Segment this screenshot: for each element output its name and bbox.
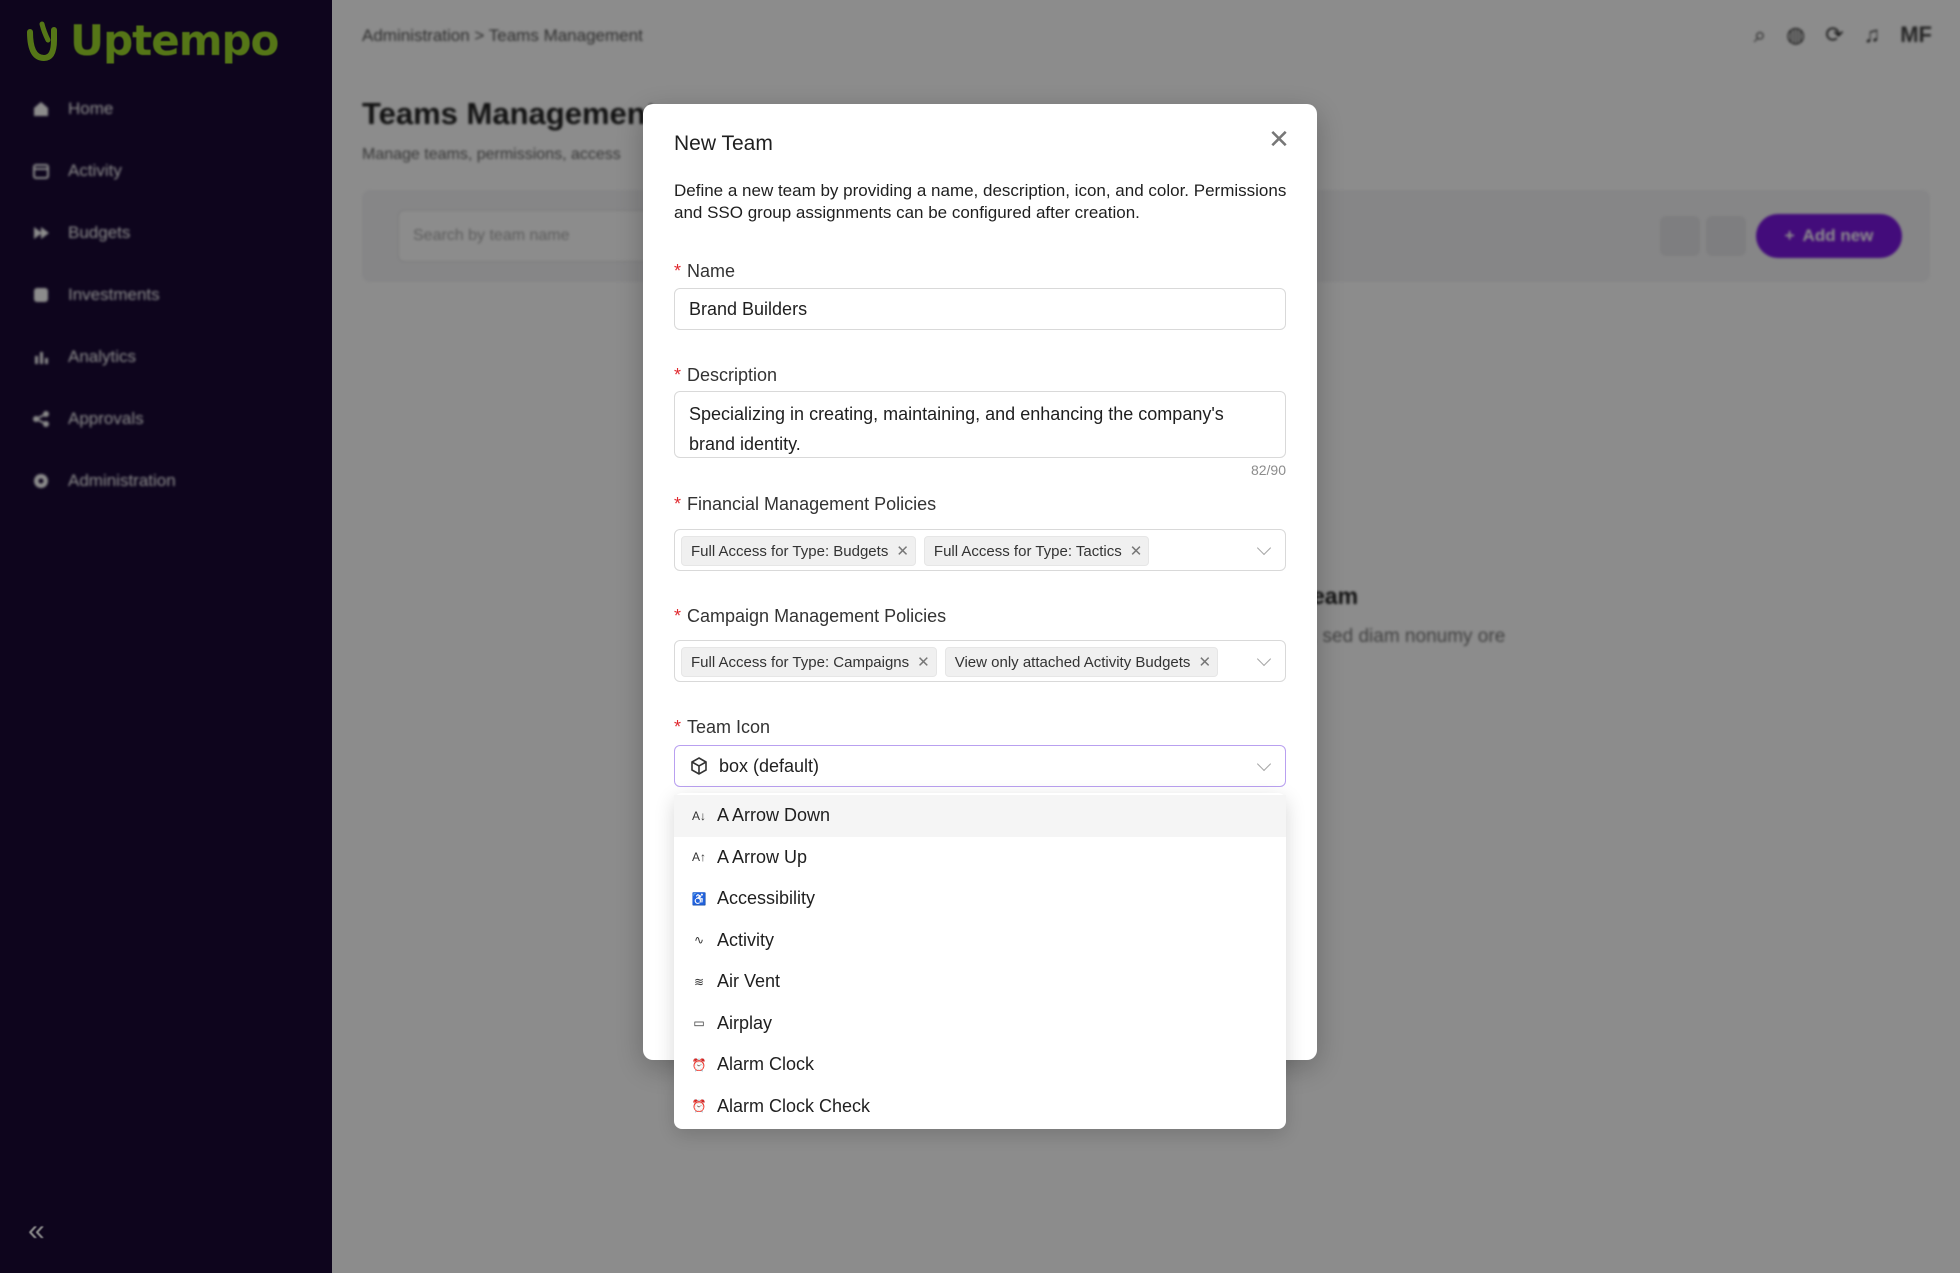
dropdown-option[interactable]: ≋ Air Vent bbox=[674, 961, 1286, 1003]
financial-policies-label: * Financial Management Policies bbox=[674, 494, 937, 514]
remove-tag-icon[interactable]: ✕ bbox=[917, 653, 930, 671]
policy-tag: Full Access for Type: Campaigns ✕ bbox=[681, 647, 937, 677]
option-label: Alarm Clock Check bbox=[717, 1095, 871, 1116]
policy-tag: View only attached Activity Budgets ✕ bbox=[944, 647, 1219, 677]
remove-tag-icon[interactable]: ✕ bbox=[1130, 542, 1143, 560]
campaign-policies-select[interactable]: Full Access for Type: Campaigns ✕ View on… bbox=[674, 640, 1286, 682]
name-field[interactable]: Brand Builders bbox=[674, 288, 1286, 330]
campaign-policies-label: * Campaign Management Policies bbox=[674, 606, 947, 626]
description-counter: 82/90 bbox=[1250, 462, 1286, 478]
close-icon[interactable]: ✕ bbox=[1265, 126, 1293, 154]
option-label: Alarm Clock bbox=[717, 1054, 815, 1075]
name-value: Brand Builders bbox=[689, 299, 808, 319]
dropdown-option[interactable]: ∿ Activity bbox=[674, 920, 1286, 962]
tag-label: View only attached Activity Budgets bbox=[954, 653, 1191, 671]
activity-icon: ∿ bbox=[693, 933, 705, 948]
description-label: * Description bbox=[674, 365, 778, 385]
name-label-text: Name bbox=[687, 261, 736, 281]
alarm-clock-check-icon: ⏰ bbox=[691, 1099, 707, 1114]
dropdown-option[interactable]: A↓ A Arrow Down bbox=[674, 795, 1286, 837]
option-label: Air Vent bbox=[717, 971, 781, 992]
dropdown-option[interactable]: ▭ Airplay bbox=[674, 1003, 1286, 1045]
team-icon-label: * Team Icon bbox=[674, 717, 771, 737]
financial-policy-tags: Full Access for Type: Budgets ✕ Full Acce… bbox=[675, 530, 1285, 572]
remove-tag-icon[interactable]: ✕ bbox=[896, 542, 909, 560]
team-icon-value: box (default) bbox=[719, 755, 820, 776]
option-label: Activity bbox=[717, 929, 775, 950]
team-icon-label-text: Team Icon bbox=[687, 717, 771, 737]
option-label: A Arrow Down bbox=[717, 805, 831, 826]
alarm-clock-icon: ⏰ bbox=[691, 1057, 707, 1072]
description-label-text: Description bbox=[687, 365, 778, 385]
airplay-icon: ▭ bbox=[693, 1016, 705, 1031]
description-field[interactable]: Specializing in creating, maintaining, a… bbox=[674, 391, 1286, 458]
financial-policies-select[interactable]: Full Access for Type: Budgets ✕ Full Acce… bbox=[674, 529, 1286, 571]
dropdown-option[interactable]: ⏰ Alarm Clock bbox=[674, 1044, 1286, 1086]
campaign-policy-tags: Full Access for Type: Campaigns ✕ View on… bbox=[675, 641, 1285, 683]
accessibility-icon: ♿ bbox=[691, 891, 707, 906]
option-label: Airplay bbox=[717, 1012, 773, 1033]
description-value: Specializing in creating, maintaining, a… bbox=[689, 404, 1224, 454]
remove-tag-icon[interactable]: ✕ bbox=[1198, 653, 1211, 671]
team-icon-select[interactable]: box (default) bbox=[674, 745, 1286, 787]
air-vent-icon: ≋ bbox=[693, 974, 705, 989]
team-icon-dropdown: A↓ A Arrow Down A↑ A Arrow Up ♿ Accessibili… bbox=[674, 793, 1286, 1129]
financial-policies-label-text: Financial Management Policies bbox=[687, 494, 937, 514]
campaign-policies-label-text: Campaign Management Policies bbox=[687, 606, 947, 626]
policy-tag: Full Access for Type: Tactics ✕ bbox=[923, 536, 1150, 566]
tag-label: Full Access for Type: Budgets bbox=[691, 542, 889, 560]
dropdown-option[interactable]: ♿ Accessibility bbox=[674, 878, 1286, 920]
policy-tag: Full Access for Type: Budgets ✕ bbox=[681, 536, 916, 566]
modal-title: New Team bbox=[674, 132, 773, 155]
name-label: * Name bbox=[674, 261, 736, 281]
a-arrow-up-icon: A↑ bbox=[691, 850, 706, 865]
a-arrow-down-icon: A↓ bbox=[691, 808, 706, 823]
dropdown-option[interactable]: A↑ A Arrow Up bbox=[674, 837, 1286, 879]
modal-description: Define a new team by providing a name, d… bbox=[674, 181, 1287, 222]
dropdown-option[interactable]: ⏰ Alarm Clock Check bbox=[674, 1086, 1286, 1128]
tag-label: Full Access for Type: Tactics bbox=[933, 542, 1122, 560]
box-icon bbox=[689, 756, 709, 776]
chevron-down-icon bbox=[1256, 756, 1272, 772]
tag-label: Full Access for Type: Campaigns bbox=[691, 653, 910, 671]
option-label: Accessibility bbox=[717, 888, 816, 909]
option-label: A Arrow Up bbox=[717, 846, 808, 867]
